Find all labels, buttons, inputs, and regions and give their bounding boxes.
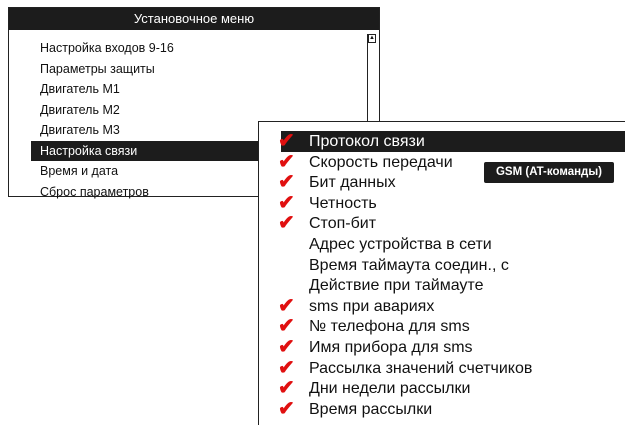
submenu-item-label: Время рассылки (309, 400, 433, 418)
check-icon: ✔ (278, 294, 295, 317)
submenu-item-label: sms при авариях (309, 297, 435, 315)
submenu-item-label: Стоп-бит (309, 215, 377, 233)
check-icon: ✔ (278, 212, 295, 235)
check-icon: ✔ (278, 377, 295, 400)
check-icon: ✔ (278, 150, 295, 173)
check-icon: ✔ (278, 171, 295, 194)
submenu-item-label: Бит данных (309, 174, 396, 192)
menu-item-protection[interactable]: Параметры защиты (9, 59, 369, 80)
submenu-item-label: Адрес устройства в сети (309, 236, 492, 253)
menu-item-inputs[interactable]: Настройка входов 9-16 (9, 38, 369, 59)
submenu-item-label: № телефона для sms (309, 318, 470, 336)
menu-title: Установочное меню (9, 8, 379, 30)
scroll-up-icon[interactable]: ▲ (368, 34, 376, 43)
protocol-value-badge: GSM (AT-команды) (484, 162, 614, 183)
check-icon: ✔ (278, 315, 295, 338)
submenu-item-label: Рассылка значений счетчиков (309, 359, 533, 377)
submenu-item-label: Четность (309, 194, 377, 212)
submenu-item-label: Имя прибора для sms (309, 339, 473, 356)
submenu-item-label: Время таймаута соедин., с (309, 256, 509, 274)
check-icon: ✔ (278, 397, 295, 420)
submenu-item-label: Действие при таймауте (309, 277, 484, 295)
submenu-item[interactable]: ✔ Протокол связи (278, 130, 625, 152)
check-icon: ✔ (278, 191, 295, 214)
submenu-item-label: Дни недели рассылки (309, 380, 471, 398)
check-icon: ✔ (278, 130, 295, 152)
check-icon: ✔ (278, 336, 295, 358)
menu-item-motor-m2[interactable]: Двигатель М2 (9, 100, 369, 121)
submenu-item-label: Протокол связи (309, 133, 425, 150)
submenu-item-label: Скорость передачи (309, 153, 453, 171)
menu-item-motor-m1[interactable]: Двигатель М1 (9, 79, 369, 100)
check-icon: ✔ (278, 356, 295, 379)
